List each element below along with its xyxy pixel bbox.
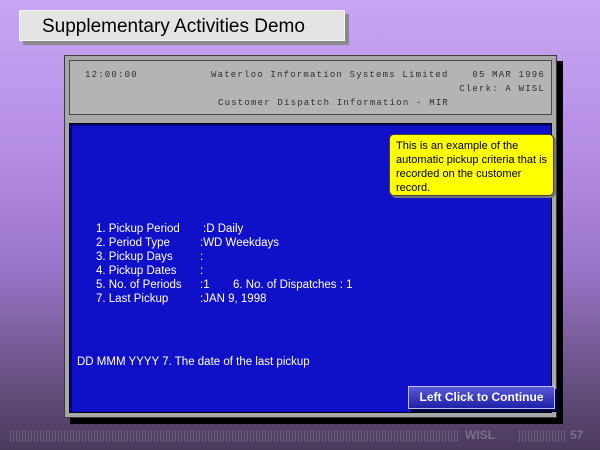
field-label: 7. Last Pickup	[96, 293, 169, 305]
field-value: :	[200, 251, 204, 263]
footer-brand: WISL	[465, 428, 495, 442]
info-callout: This is an example of the automatic pick…	[389, 134, 554, 196]
field-label: 3. Pickup Days	[96, 251, 173, 263]
dispatch-screen: This is an example of the automatic pick…	[69, 123, 555, 413]
field-value: :	[200, 265, 204, 277]
field-hint: DD MMM YYYY 7. The date of the last pick…	[77, 356, 310, 368]
field-label: 1. Pickup Period	[96, 223, 180, 235]
footer-barcode	[519, 430, 567, 442]
field-value: :WD Weekdays	[200, 237, 280, 249]
terminal-clerk: Clerk: A WISL	[459, 84, 545, 94]
footer-barcode	[10, 430, 458, 442]
terminal-company: Waterloo Information Systems Limited	[211, 70, 449, 80]
field-label: 2. Period Type	[96, 237, 170, 249]
terminal-header: 12:00:00 Waterloo Information Systems Li…	[69, 60, 552, 115]
terminal-window: 12:00:00 Waterloo Information Systems Li…	[64, 55, 557, 418]
terminal-screen-title: Customer Dispatch Information - MIR	[218, 98, 450, 108]
field-value: :D Daily	[203, 223, 244, 235]
footer: WISL 57	[10, 428, 590, 444]
slide-title: Supplementary Activities Demo	[19, 10, 345, 41]
terminal-date: 05 MAR 1996	[472, 70, 545, 80]
field-label: 4. Pickup Dates	[96, 265, 177, 277]
field-value: :JAN 9, 1998	[200, 293, 267, 305]
page-number: 57	[570, 428, 584, 442]
terminal-time: 12:00:00	[85, 70, 138, 80]
field-value: :1	[200, 279, 210, 291]
dispatches-field[interactable]: 6. No. of Dispatches : 1	[233, 279, 353, 291]
field-label: 5. No. of Periods	[96, 279, 182, 291]
continue-button[interactable]: Left Click to Continue	[408, 386, 555, 409]
